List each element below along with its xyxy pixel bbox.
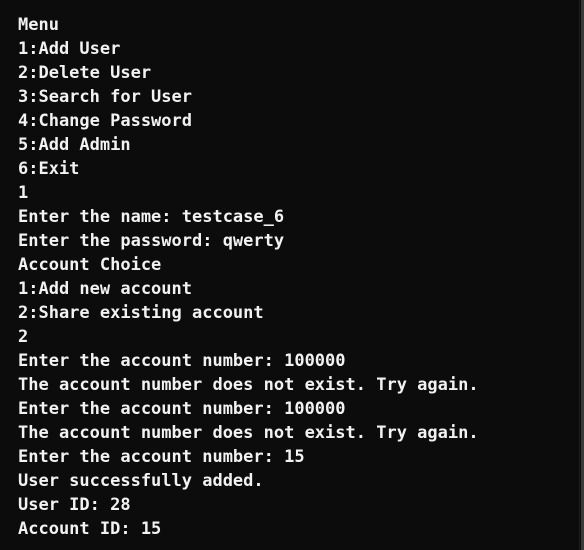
success-message: User successfully added. (18, 471, 264, 491)
user-input-account-choice: 2 (18, 327, 29, 347)
user-input-menu-choice: 1 (18, 183, 29, 203)
account-number-prompt: Enter the account number: 100000 (18, 399, 346, 419)
console-output: Menu 1:Add User 2:Delete User 3:Search f… (18, 13, 479, 541)
console-window: Menu 1:Add User 2:Delete User 3:Search f… (0, 0, 584, 550)
menu-option-change-password: 4:Change Password (18, 111, 192, 131)
menu-title: Menu (18, 15, 59, 35)
menu-option-exit: 6:Exit (18, 159, 80, 179)
account-option-share-existing: 2:Share existing account (18, 303, 264, 323)
user-id-readout: User ID: 28 (18, 495, 131, 515)
menu-option-add-user: 1:Add User (18, 39, 121, 59)
account-number-prompt: Enter the account number: 15 (18, 447, 305, 467)
account-choice-title: Account Choice (18, 255, 162, 275)
menu-option-delete-user: 2:Delete User (18, 63, 152, 83)
password-prompt: Enter the password: qwerty (18, 231, 285, 251)
window-edge-shadow (579, 0, 580, 550)
menu-option-search-user: 3:Search for User (18, 87, 192, 107)
menu-option-add-admin: 5:Add Admin (18, 135, 131, 155)
error-message: The account number does not exist. Try a… (18, 375, 479, 395)
account-id-readout: Account ID: 15 (18, 519, 162, 539)
name-prompt: Enter the name: testcase_6 (18, 207, 285, 227)
error-message: The account number does not exist. Try a… (18, 423, 479, 443)
account-option-add-new: 1:Add new account (18, 279, 192, 299)
account-number-prompt: Enter the account number: 100000 (18, 351, 346, 371)
